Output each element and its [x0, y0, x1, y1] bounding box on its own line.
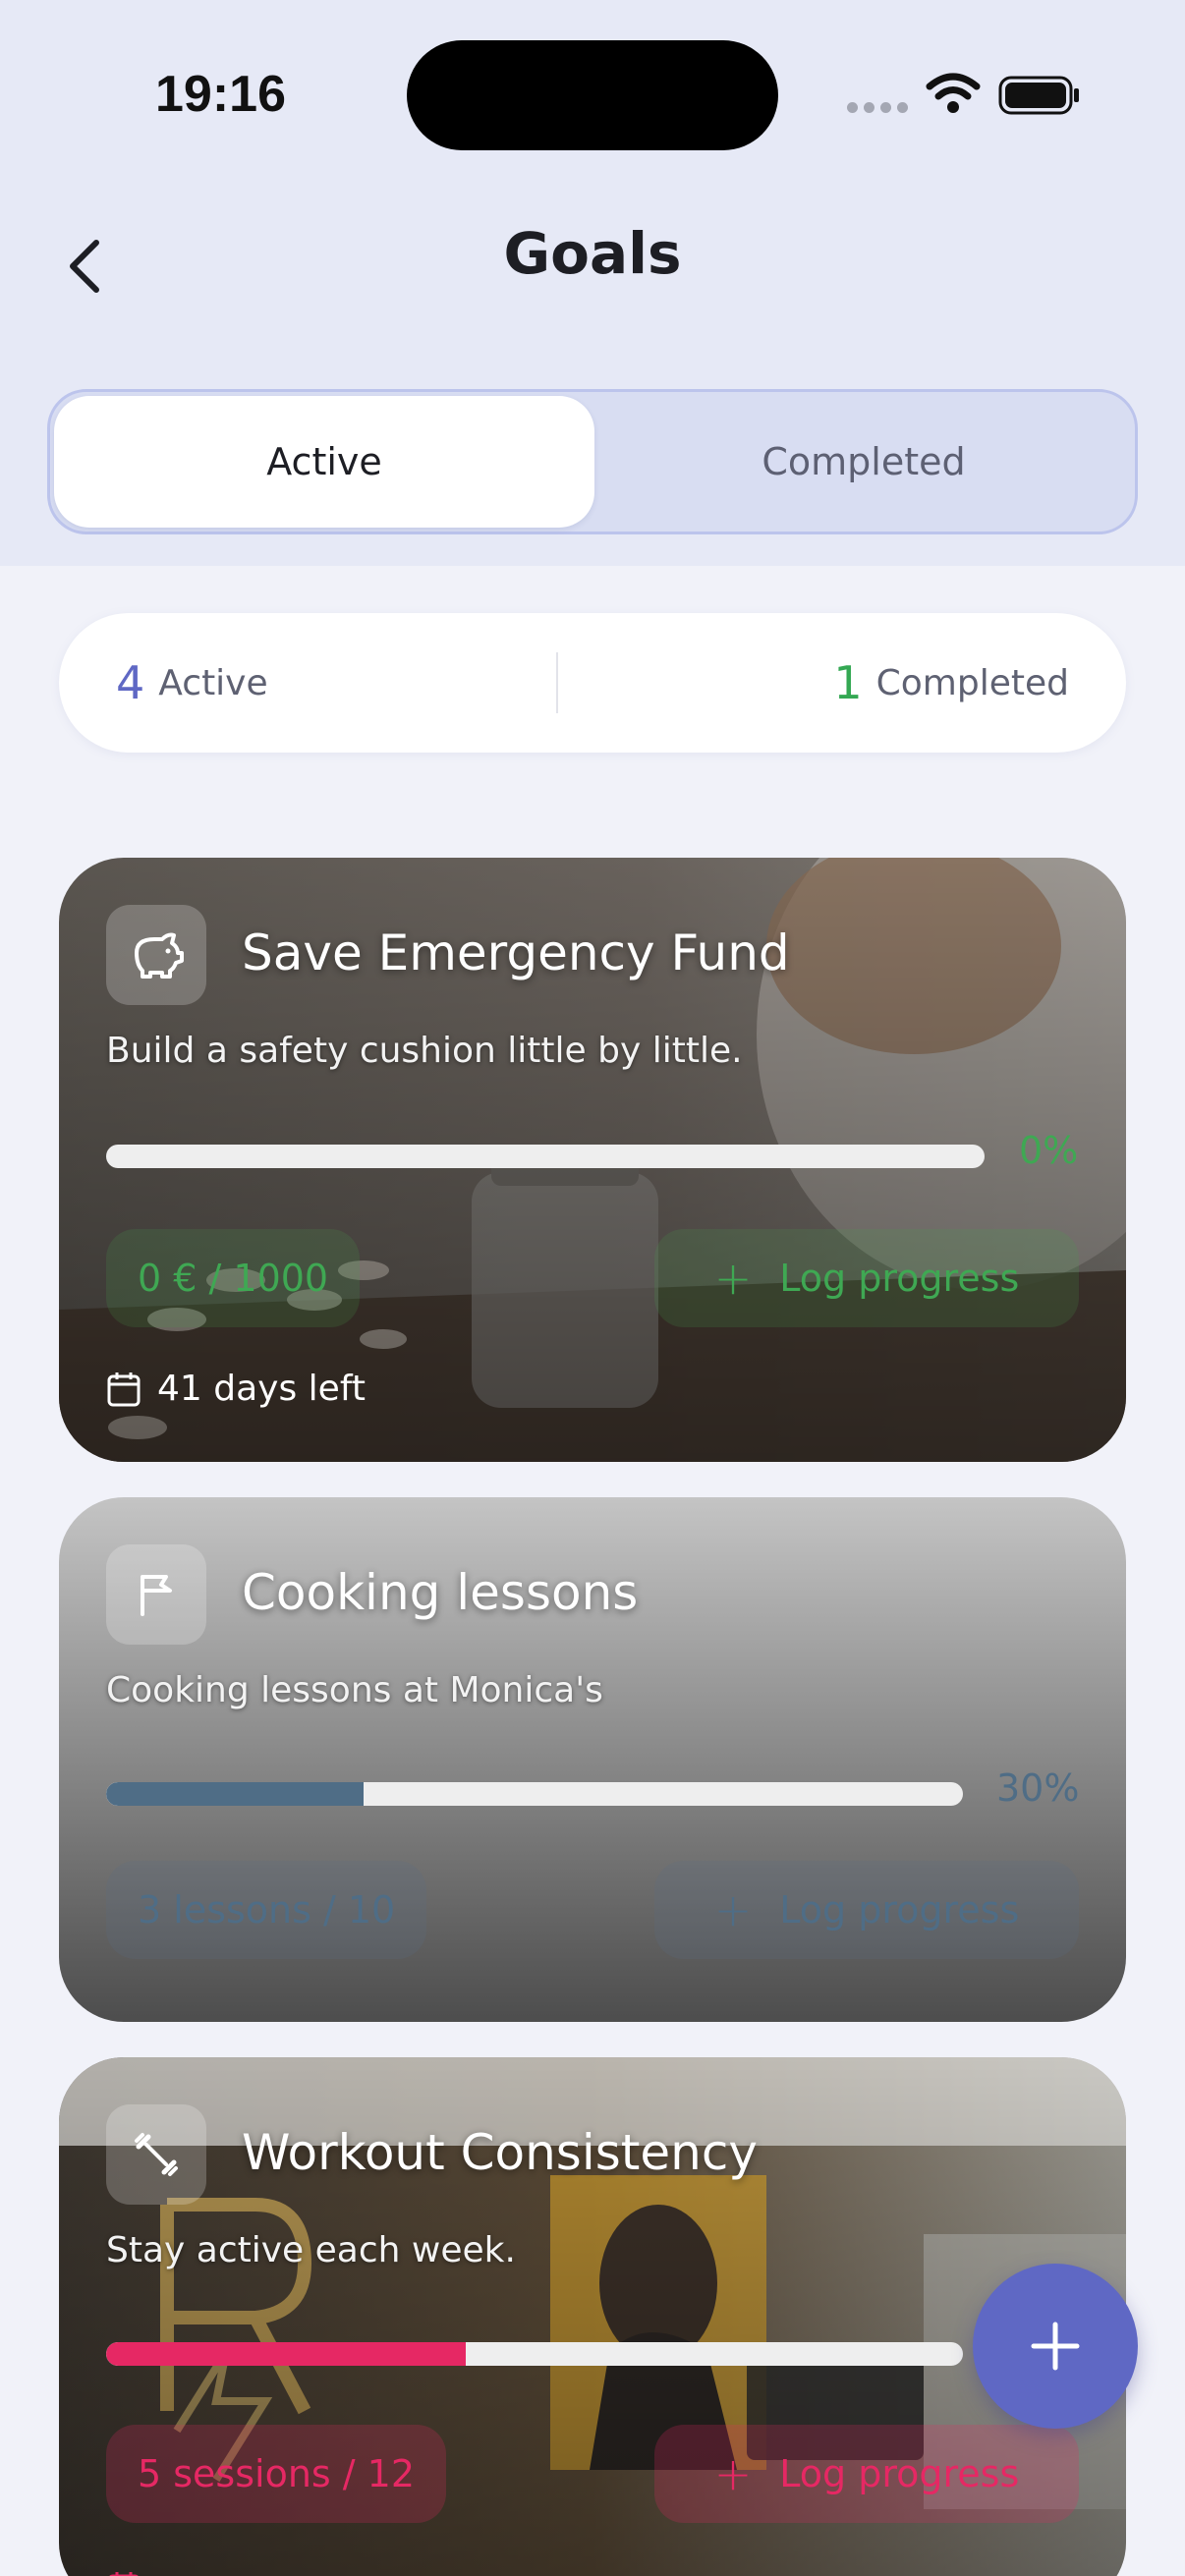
goal-card-save-emergency-fund[interactable]: Save Emergency Fund Build a safety cushi…: [59, 858, 1126, 1462]
days-left: 41 days left: [106, 1369, 366, 1409]
goal-amount-badge: 0 € / 1000: [106, 1229, 361, 1327]
page-title: Goals: [503, 220, 682, 287]
log-progress-label: Log progress: [779, 1257, 1020, 1300]
calendar-icon: [107, 1372, 141, 1406]
dynamic-island: [407, 40, 778, 150]
goal-amount-badge: 5 sessions / 12: [106, 2425, 447, 2523]
goal-icon-box: [106, 1544, 206, 1645]
goal-icon-box: [106, 905, 206, 1005]
days-left-label: 41 days left: [157, 1369, 366, 1409]
tab-completed[interactable]: Completed: [593, 396, 1134, 528]
goal-progress-bar: [106, 1145, 985, 1168]
log-progress-label: Log progress: [779, 2452, 1020, 2495]
goal-progress-bar: [106, 2342, 963, 2366]
goal-card-workout-consistency[interactable]: Workout Consistency Stay active each wee…: [59, 2057, 1126, 2576]
goal-progress-percent: 30%: [996, 1766, 1080, 1810]
active-count: 4: [116, 656, 145, 709]
goal-description: Build a safety cushion little by little.: [106, 1031, 743, 1071]
goal-description: Cooking lessons at Monica's: [106, 1670, 603, 1710]
goal-progress-bar: [106, 1782, 963, 1806]
wifi-icon: [926, 73, 981, 113]
tab-active[interactable]: Active: [54, 396, 594, 528]
goal-icon-box: [106, 2104, 206, 2205]
goal-progress-fill: [106, 1782, 364, 1806]
goal-status-tabs: Active Completed: [47, 389, 1138, 534]
completed-count-label: Completed: [875, 662, 1069, 703]
log-progress-label: Log progress: [779, 1888, 1020, 1932]
goal-title: Save Emergency Fund: [242, 924, 790, 981]
log-progress-button[interactable]: + Log progress: [654, 2425, 1079, 2523]
dumbbell-icon: [135, 2133, 178, 2176]
plus-icon: [1031, 2322, 1080, 2371]
completed-count: 1: [833, 656, 863, 709]
active-count-label: Active: [158, 662, 268, 703]
goal-progress-fill: [106, 2342, 467, 2366]
log-progress-button[interactable]: + Log progress: [654, 1229, 1079, 1327]
goal-title: Cooking lessons: [242, 1564, 639, 1621]
status-time: 19:16: [155, 66, 286, 123]
goal-progress-percent: 0%: [1019, 1129, 1079, 1172]
cellular-signal-icon: [847, 102, 908, 113]
goal-amount-badge: 3 lessons / 10: [106, 1861, 427, 1959]
battery-icon: [998, 76, 1079, 115]
goals-summary: 4 Active 1 Completed: [59, 613, 1126, 753]
flag-icon: [141, 1575, 172, 1616]
summary-divider: [556, 652, 558, 713]
goal-title: Workout Consistency: [242, 2124, 758, 2181]
add-goal-button[interactable]: [973, 2264, 1138, 2429]
piggy-bank-icon: [135, 932, 184, 979]
plus-icon: +: [713, 2447, 753, 2500]
goal-description: Stay active each week.: [106, 2230, 516, 2270]
plus-icon: +: [713, 1252, 753, 1305]
calendar-icon: [109, 2572, 139, 2576]
plus-icon: +: [713, 1883, 753, 1936]
log-progress-button[interactable]: + Log progress: [654, 1861, 1079, 1959]
goal-card-cooking-lessons[interactable]: Cooking lessons Cooking lessons at Monic…: [59, 1497, 1126, 2022]
